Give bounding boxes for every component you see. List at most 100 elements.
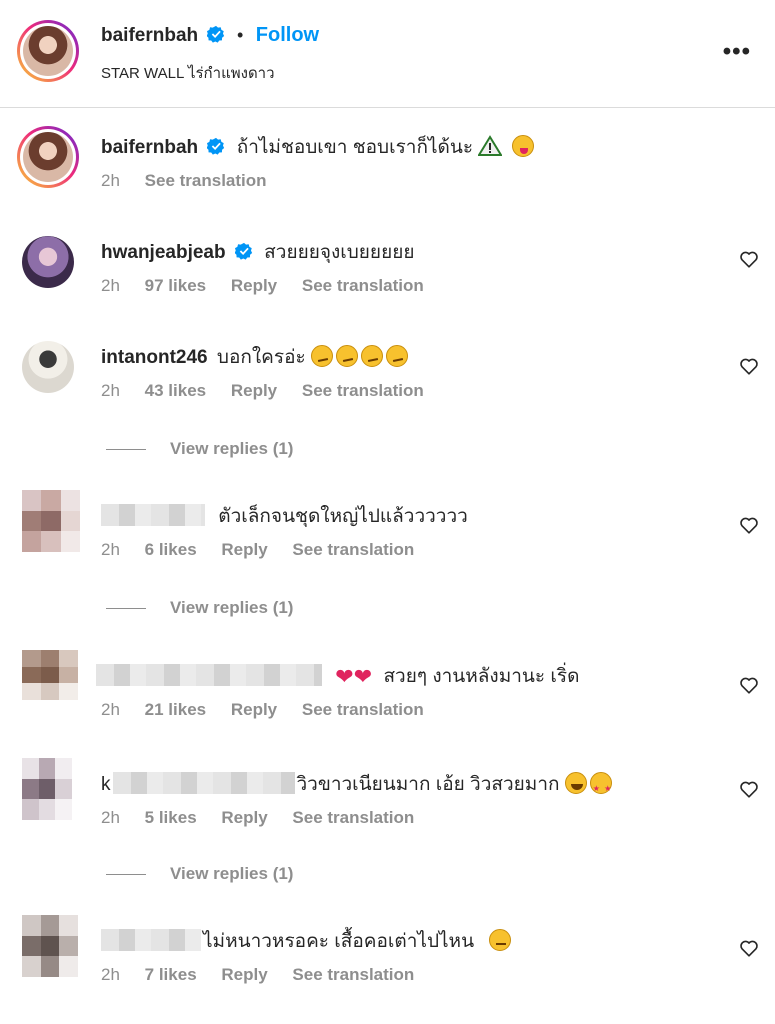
replies-divider-line [106, 449, 146, 451]
follow-button[interactable]: Follow [256, 24, 319, 46]
commenter-avatar-pixelated[interactable] [22, 915, 78, 977]
see-translation-link[interactable]: See translation [302, 381, 424, 400]
comment-username[interactable]: intanont246 [101, 347, 208, 368]
comment-text-line: hwanjeabjeab สวยยยจุงเบยยยยย [101, 240, 715, 266]
comment-time: 2h [101, 381, 120, 400]
comment-text-line: ไม่หนาวหรอคะ เสื้อคอเต่าไปไหน [101, 929, 715, 955]
author-avatar[interactable] [17, 20, 79, 82]
comment-likes[interactable]: 6 likes [145, 540, 197, 559]
verified-badge-icon [234, 242, 253, 260]
red-heart-emoji-icon: ❤ [335, 664, 354, 689]
comment-likes[interactable]: 21 likes [145, 700, 206, 719]
heart-outline-icon[interactable] [739, 939, 759, 957]
comment-text: สวยยยจุงเบยยยยย [264, 242, 415, 263]
username-blurred[interactable] [101, 504, 205, 526]
comment-text: วิวขาวเนียนมาก เอ้ย วิวสวยมาก [296, 774, 560, 795]
red-heart-emoji-icon: ❤ [353, 664, 373, 689]
heart-outline-icon[interactable] [739, 676, 759, 694]
commenter-avatar-pixelated[interactable] [22, 490, 80, 552]
reply-button[interactable]: Reply [231, 381, 277, 400]
reply-button[interactable]: Reply [221, 808, 267, 827]
replies-divider-line [106, 874, 146, 876]
comment-meta: 2h 97 likes Reply See translation [101, 276, 715, 296]
view-replies-label: View replies (1) [170, 439, 294, 458]
comment-text: บอกใครอ่ะ [216, 347, 306, 368]
comment-text-line: baifernbah ถ้าไม่ชอบเขา ชอบเราก็ได้นะ [101, 135, 715, 161]
comment-likes[interactable]: 5 likes [145, 808, 197, 827]
caption-comment: baifernbah ถ้าไม่ชอบเขา ชอบเราก็ได้นะ 2h… [0, 126, 775, 206]
comment-time: 2h [101, 700, 120, 719]
comment-time: 2h [101, 808, 120, 827]
username-blurred[interactable] [96, 664, 322, 686]
see-translation-link[interactable]: See translation [292, 540, 414, 559]
comment-item: ตัวเล็กจนชุดใหญ่ไปแล้วววววว 2h 6 likes R… [0, 490, 775, 570]
unamused-face-emoji-icon [489, 929, 512, 951]
comment-text: ไม่หนาวหรอคะ เสื้อคอเต่าไปไหน [203, 931, 475, 952]
comment-meta: 2h 7 likes Reply See translation [101, 965, 715, 985]
star-struck-emoji-icon [589, 772, 612, 802]
warning-sign-icon [478, 135, 503, 156]
view-replies-label: View replies (1) [170, 598, 294, 617]
comment-likes[interactable]: 7 likes [145, 965, 197, 984]
see-translation-link[interactable]: See translation [302, 276, 424, 295]
post-header: baifernbah • Follow STAR WALL ไร่กำแพงดา… [0, 0, 775, 108]
more-options-icon[interactable]: ••• [723, 38, 751, 66]
comment-meta: 2h 43 likes Reply See translation [101, 381, 715, 401]
joy-tears-emoji-icon [564, 772, 587, 794]
comment-time: 2h [101, 171, 120, 190]
comment-item: hwanjeabjeab สวยยยจุงเบยยยยย 2h 97 likes… [0, 236, 775, 306]
comment-meta: 2h 6 likes Reply See translation [101, 540, 715, 560]
comment-likes[interactable]: 43 likes [145, 381, 206, 400]
comment-meta: 2h 21 likes Reply See translation [101, 700, 715, 720]
comment-likes[interactable]: 97 likes [145, 276, 206, 295]
commenter-avatar-pixelated[interactable] [22, 650, 78, 700]
heart-outline-icon[interactable] [739, 780, 759, 798]
comment-text-line: k วิวขาวเนียนมาก เอ้ย วิวสวยมาก [101, 772, 715, 802]
commenter-avatar[interactable] [22, 341, 74, 393]
comment-text-line: ตัวเล็กจนชุดใหญ่ไปแล้วววววว [101, 504, 715, 530]
see-translation-link[interactable]: See translation [292, 965, 414, 984]
username-blurred[interactable] [112, 772, 295, 794]
comment-text-line: intanont246 บอกใครอ่ะ [101, 345, 715, 371]
comment-username[interactable]: hwanjeabjeab [101, 242, 226, 263]
comment-item: k วิวขาวเนียนมาก เอ้ย วิวสวยมาก 2h 5 like… [0, 758, 775, 838]
username-blurred[interactable] [101, 929, 201, 951]
smirk-face-emoji-icon [385, 345, 408, 367]
view-replies-button[interactable]: View replies (1) [106, 864, 293, 884]
post-location[interactable]: STAR WALL ไร่กำแพงดาว [101, 61, 275, 85]
smirk-face-emoji-icon [335, 345, 358, 367]
reply-button[interactable]: Reply [231, 276, 277, 295]
see-translation-link[interactable]: See translation [292, 808, 414, 827]
reply-button[interactable]: Reply [221, 965, 267, 984]
author-row: baifernbah • Follow [101, 24, 319, 47]
heart-outline-icon[interactable] [739, 250, 759, 268]
comment-text: ตัวเล็กจนชุดใหญ่ไปแล้วววววว [218, 506, 468, 527]
smirk-face-emoji-icon [310, 345, 333, 367]
see-translation-link[interactable]: See translation [302, 700, 424, 719]
view-replies-button[interactable]: View replies (1) [106, 439, 293, 459]
reply-button[interactable]: Reply [231, 700, 277, 719]
see-translation-link[interactable]: See translation [145, 171, 267, 190]
comment-item: intanont246 บอกใครอ่ะ 2h 43 likes Reply … [0, 341, 775, 411]
commenter-avatar-pixelated[interactable] [22, 758, 72, 820]
comment-time: 2h [101, 965, 120, 984]
heart-outline-icon[interactable] [739, 516, 759, 534]
comment-item: ไม่หนาวหรอคะ เสื้อคอเต่าไปไหน 2h 7 likes… [0, 915, 775, 1005]
commenter-avatar[interactable] [22, 236, 74, 288]
comment-text: ถ้าไม่ชอบเขา ชอบเราก็ได้นะ [236, 137, 474, 158]
tongue-face-emoji-icon [511, 135, 534, 157]
author-username[interactable]: baifernbah [101, 25, 198, 46]
reply-button[interactable]: Reply [221, 540, 267, 559]
username-prefix[interactable]: k [101, 774, 111, 795]
view-replies-button[interactable]: View replies (1) [106, 598, 293, 618]
caption-avatar[interactable] [17, 126, 79, 188]
smirk-face-emoji-icon [360, 345, 383, 367]
comment-item: ❤❤ สวยๆ งานหลังมานะ เริ่ด 2h 21 likes Re… [0, 650, 775, 730]
comment-username[interactable]: baifernbah [101, 137, 198, 158]
verified-badge-icon [207, 137, 225, 155]
heart-outline-icon[interactable] [739, 357, 759, 375]
comment-meta: 2h See translation [101, 171, 715, 191]
comment-time: 2h [101, 276, 120, 295]
view-replies-label: View replies (1) [170, 864, 294, 883]
comment-text-line: ❤❤ สวยๆ งานหลังมานะ เริ่ด [96, 664, 715, 690]
